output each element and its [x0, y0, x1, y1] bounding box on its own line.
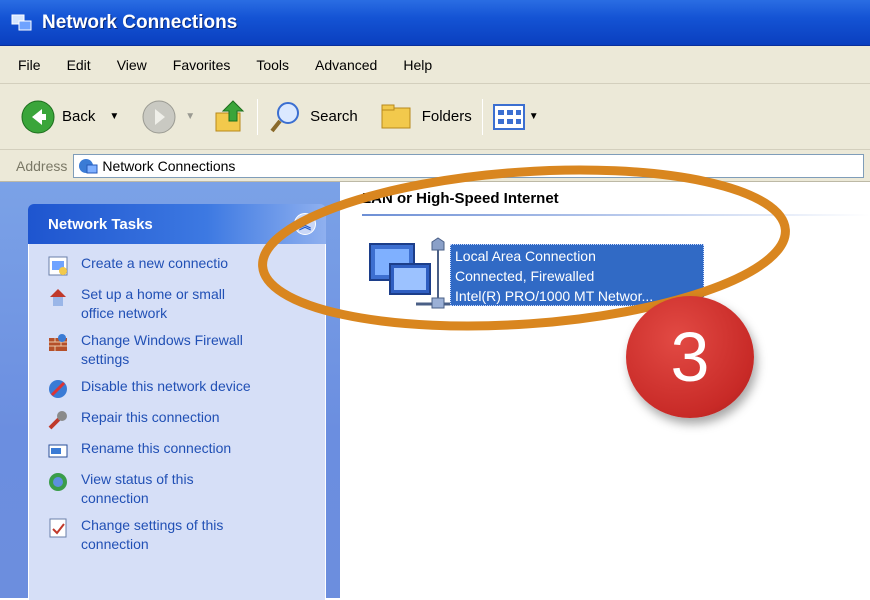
repair-icon — [48, 411, 67, 430]
address-label: Address — [16, 157, 68, 174]
task-label: Change settings of this connection — [81, 517, 224, 552]
menu-tools[interactable]: Tools — [256, 57, 289, 73]
search-button[interactable]: Search — [268, 99, 358, 135]
network-tasks-title: Network Tasks — [48, 215, 153, 233]
network-tasks-header[interactable]: Network Tasks ︽ — [28, 204, 326, 244]
status-icon — [49, 473, 67, 491]
task-view-status[interactable]: View status of this connection — [47, 470, 317, 508]
connections-view: LAN or High-Speed Internet Local Area Co… — [340, 182, 870, 598]
lan-connection-icon[interactable] — [366, 234, 450, 314]
views-dropdown-icon[interactable]: ▼ — [529, 111, 539, 122]
firewall-icon — [49, 334, 67, 351]
task-label: Change Windows Firewall settings — [81, 332, 243, 367]
task-firewall[interactable]: Change Windows Firewall settings — [47, 331, 317, 369]
toolbar-separator — [481, 98, 483, 135]
task-rename-connection[interactable]: Rename this connection — [47, 439, 317, 462]
task-label: Repair this connection — [81, 409, 220, 425]
task-label: Set up a home or small office network — [81, 286, 225, 321]
task-change-settings[interactable]: Change settings of this connection — [47, 516, 317, 554]
task-label: Create a new connectio — [81, 255, 229, 271]
menu-view[interactable]: View — [117, 57, 147, 73]
folders-label: Folders — [421, 108, 472, 125]
task-label: Disable this network device — [81, 378, 251, 394]
home-network-icon — [50, 289, 66, 306]
settings-icon — [49, 518, 67, 538]
disable-device-icon — [49, 380, 67, 398]
task-home-network[interactable]: Set up a home or small office network — [47, 285, 317, 323]
views-button[interactable]: ▼ — [492, 102, 539, 132]
network-tasks-panel: Create a new connectio Set up a home or … — [28, 244, 326, 600]
menu-favorites[interactable]: Favorites — [173, 57, 231, 73]
forward-dropdown-icon[interactable]: ▼ — [185, 111, 195, 122]
network-connections-icon — [11, 14, 32, 30]
address-value: Network Connections — [102, 157, 236, 174]
task-create-connection[interactable]: Create a new connectio — [47, 254, 317, 277]
task-sidebar: Network Tasks ︽ Create a new connectio S… — [0, 182, 340, 600]
group-divider — [362, 214, 870, 216]
folders-button[interactable]: Folders — [380, 100, 472, 134]
menu-edit[interactable]: Edit — [67, 57, 91, 73]
lan-connection-label[interactable]: Local Area Connection Connected, Firewal… — [450, 244, 704, 306]
back-button[interactable]: Back ▼ — [20, 99, 119, 135]
window-title: Network Connections — [42, 11, 238, 33]
collapse-chevron-icon[interactable]: ︽ — [294, 213, 316, 235]
views-icon — [492, 103, 525, 130]
up-folder-icon — [215, 99, 245, 131]
task-disable-device[interactable]: Disable this network device — [47, 377, 317, 400]
menu-help[interactable]: Help — [403, 57, 432, 73]
menu-advanced[interactable]: Advanced — [315, 57, 377, 73]
task-label: View status of this connection — [81, 471, 194, 506]
back-arrow-icon — [21, 100, 55, 133]
step-number-badge: 3 — [626, 296, 754, 418]
network-connections-icon — [79, 158, 98, 173]
toolbar-separator — [257, 98, 259, 135]
forward-arrow-icon — [142, 100, 176, 133]
connection-name: Local Area Connection — [455, 248, 596, 264]
task-repair-connection[interactable]: Repair this connection — [47, 408, 317, 431]
title-bar: Network Connections — [0, 0, 870, 46]
new-connection-icon — [48, 256, 68, 276]
menu-bar: File Edit View Favorites Tools Advanced … — [0, 46, 870, 84]
folders-icon — [381, 104, 411, 128]
connection-status: Connected, Firewalled — [455, 268, 595, 284]
search-icon — [270, 101, 300, 132]
up-folder-button[interactable] — [213, 99, 247, 135]
group-header: LAN or High-Speed Internet — [362, 190, 559, 207]
rename-icon — [48, 444, 68, 458]
back-dropdown-icon[interactable]: ▼ — [109, 111, 119, 122]
menu-file[interactable]: File — [18, 57, 41, 73]
address-bar: Address Network Connections — [0, 150, 870, 182]
back-label: Back — [62, 108, 96, 125]
task-label: Rename this connection — [81, 440, 232, 456]
search-label: Search — [310, 108, 358, 125]
forward-button[interactable]: ▼ — [141, 99, 195, 135]
toolbar: Back ▼ ▼ Search Folders ▼ — [0, 84, 870, 150]
address-field[interactable]: Network Connections — [73, 153, 864, 178]
